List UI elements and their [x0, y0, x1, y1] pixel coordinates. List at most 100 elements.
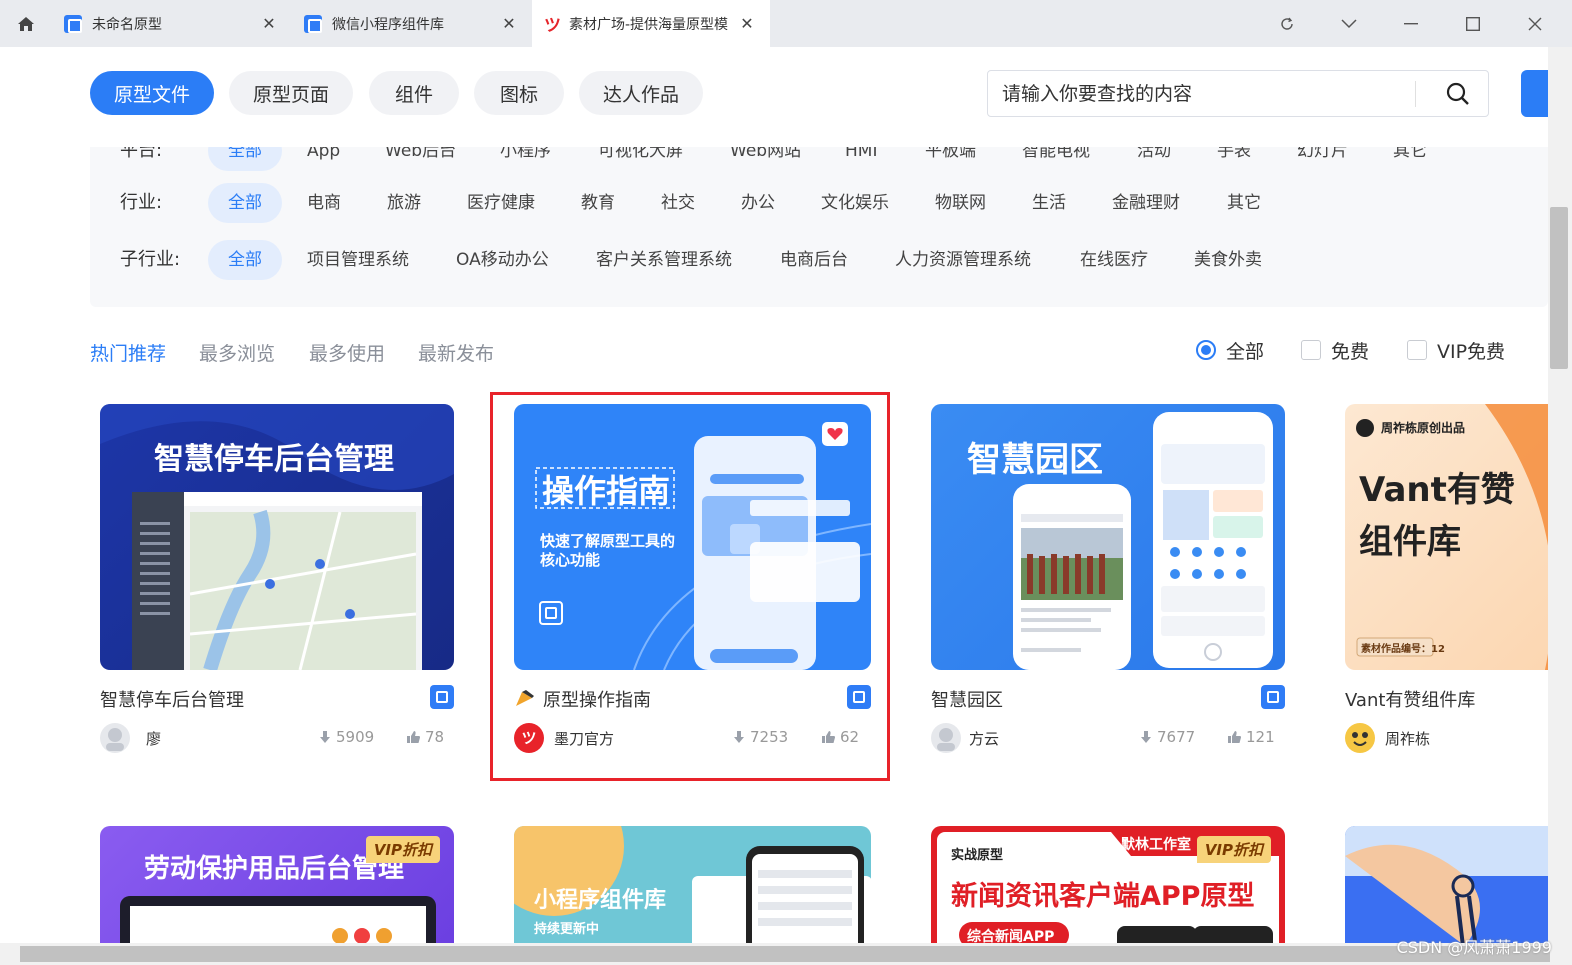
avatar[interactable] — [931, 723, 961, 753]
filter-option[interactable]: Web后台 — [385, 147, 456, 171]
filter-option[interactable]: 全部 — [208, 183, 282, 223]
card-thumbnail[interactable]: 周祚栋原创出品 Vant有赞组件库 素材作品编号：12 — [1345, 404, 1548, 670]
close-icon[interactable]: ✕ — [500, 14, 518, 33]
horizontal-scrollbar[interactable] — [0, 943, 1572, 965]
filter-option[interactable]: 全部 — [208, 147, 282, 171]
card-title[interactable]: Vant有赞组件库 — [1345, 686, 1475, 712]
filter-option[interactable]: 教育 — [581, 183, 615, 223]
default-avatar-icon — [106, 728, 124, 751]
author-name[interactable]: 廖 — [146, 728, 161, 749]
filter-option[interactable]: 生活 — [1032, 183, 1066, 223]
download-icon — [320, 731, 330, 743]
avatar[interactable] — [100, 723, 130, 753]
scrollbar-thumb[interactable] — [1550, 207, 1568, 369]
filter-option[interactable]: 客户关系管理系统 — [596, 240, 732, 280]
material-card[interactable]: 周祚栋原创出品 Vant有赞组件库 素材作品编号：12 Vant有赞组件库 周祚… — [1345, 404, 1548, 764]
scrollbar-thumb[interactable] — [20, 946, 1550, 962]
filter-option[interactable]: 在线医疗 — [1080, 240, 1148, 280]
sort-tab-most-used[interactable]: 最多使用 — [309, 339, 385, 366]
filter-option[interactable]: 旅游 — [387, 183, 421, 223]
filter-option[interactable]: 文化娱乐 — [821, 183, 889, 223]
like-count: 78 — [406, 728, 444, 746]
thumbnail-brand: 周祚栋原创出品 — [1381, 421, 1466, 435]
card-thumbnail[interactable] — [1345, 826, 1548, 943]
card-thumbnail[interactable]: 小程序组件库 持续更新中 — [514, 826, 871, 943]
pill-icons[interactable]: 图标 — [474, 71, 564, 115]
filter-option[interactable]: 项目管理系统 — [307, 240, 409, 280]
filter-option[interactable]: App — [307, 147, 340, 171]
card-title[interactable]: 智慧园区 — [931, 686, 1003, 712]
author-name[interactable]: 周祚栋 — [1385, 728, 1430, 749]
filter-option[interactable]: 社交 — [661, 183, 695, 223]
card-thumbnail[interactable]: 智慧园区 — [931, 404, 1285, 670]
pill-prototype-pages[interactable]: 原型页面 — [229, 71, 353, 115]
tab-untitled-prototype[interactable]: 未命名原型 ✕ — [52, 0, 292, 47]
pill-expert-works[interactable]: 达人作品 — [579, 71, 703, 115]
material-card[interactable] — [1345, 826, 1548, 943]
filter-vip-free-checkbox[interactable]: VIP免费 — [1407, 337, 1505, 363]
filter-option[interactable]: 金融理财 — [1112, 183, 1180, 223]
author-name[interactable]: 方云 — [969, 728, 999, 749]
refresh-icon — [1281, 17, 1293, 30]
card-thumbnail[interactable]: 实战原型 默林工作室 新闻资讯客户端APP原型 综合新闻APP VIP折扣 — [931, 826, 1285, 943]
thumbnail-title: 小程序组件库 — [534, 888, 667, 913]
tab-material-square[interactable]: ツ 素材广场-提供海量原型模 ✕ — [532, 0, 770, 47]
card-thumbnail[interactable]: 劳动保护用品后台管理 VIP折扣 — [100, 826, 454, 943]
chevron-down-icon — [1341, 18, 1357, 28]
filter-option[interactable]: 可视化大屏 — [598, 147, 683, 171]
filter-option[interactable]: 智能电视 — [1022, 147, 1090, 171]
minimize-button[interactable] — [1380, 0, 1442, 47]
filter-option[interactable]: 其它 — [1227, 183, 1261, 223]
filter-option[interactable]: HMI — [845, 147, 877, 171]
tab-wechat-components[interactable]: 微信小程序组件库 ✕ — [292, 0, 532, 47]
card-thumbnail[interactable]: 智慧停车后台管理 — [100, 404, 454, 670]
keys-illustration — [1345, 826, 1548, 943]
filter-option[interactable]: 物联网 — [935, 183, 986, 223]
sort-tab-newest[interactable]: 最新发布 — [418, 339, 494, 366]
checkbox-label: 免费 — [1331, 340, 1370, 363]
filter-row-sub-industry: 子行业: 全部 项目管理系统 OA移动办公 客户关系管理系统 电商后台 人力资源… — [90, 240, 1548, 280]
filter-option[interactable]: Web网站 — [730, 147, 801, 171]
material-card[interactable]: 实战原型 默林工作室 新闻资讯客户端APP原型 综合新闻APP VIP折扣 — [931, 826, 1285, 943]
search-input[interactable] — [1002, 71, 1402, 116]
material-card[interactable]: 劳动保护用品后台管理 VIP折扣 — [100, 826, 454, 943]
filter-all-radio[interactable]: 全部 — [1196, 337, 1264, 363]
filter-option[interactable]: OA移动办公 — [456, 240, 549, 280]
material-card[interactable]: 智慧园区 智慧园区 方云 7677 121 — [931, 404, 1285, 764]
filter-option[interactable]: 办公 — [741, 183, 775, 223]
vertical-scrollbar[interactable] — [1548, 47, 1572, 943]
search-button[interactable] — [1428, 71, 1488, 116]
filter-option[interactable]: 小程序 — [500, 147, 551, 171]
tab-list-button[interactable] — [1318, 0, 1380, 47]
upload-button-edge[interactable] — [1521, 70, 1548, 117]
filter-option[interactable]: 活动 — [1137, 147, 1171, 171]
filter-option[interactable]: 人力资源管理系统 — [895, 240, 1031, 280]
main-content: 原型文件 原型页面 组件 图标 达人作品 平台: 全部 App Web后台 小程… — [0, 47, 1548, 943]
tab-label: 未命名原型 — [92, 16, 162, 33]
pill-components[interactable]: 组件 — [369, 71, 459, 115]
filter-option[interactable]: 幻灯片 — [1297, 147, 1348, 171]
filter-option[interactable]: 医疗健康 — [467, 183, 535, 223]
card-title[interactable]: 智慧停车后台管理 — [100, 686, 244, 712]
home-button[interactable] — [0, 0, 52, 47]
filter-option[interactable]: 平板端 — [925, 147, 976, 171]
pill-prototype-files[interactable]: 原型文件 — [90, 71, 214, 115]
filter-option[interactable]: 电商 — [307, 183, 341, 223]
filter-option[interactable]: 其它 — [1393, 147, 1427, 171]
checkbox-label: VIP免费 — [1437, 340, 1506, 363]
avatar[interactable] — [1345, 723, 1375, 753]
sort-tab-hot[interactable]: 热门推荐 — [90, 339, 166, 366]
filter-option[interactable]: 全部 — [208, 240, 282, 280]
sort-tab-most-viewed[interactable]: 最多浏览 — [199, 339, 275, 366]
filter-option[interactable]: 美食外卖 — [1194, 240, 1262, 280]
maximize-button[interactable] — [1442, 0, 1504, 47]
material-card[interactable]: 小程序组件库 持续更新中 — [514, 826, 871, 943]
close-window-button[interactable] — [1504, 0, 1566, 47]
filter-option[interactable]: 电商后台 — [780, 240, 848, 280]
filter-option[interactable]: 手表 — [1217, 147, 1251, 171]
material-card[interactable]: 智慧停车后台管理 智慧停车后台管理 廖 5909 78 — [100, 404, 454, 764]
close-icon[interactable]: ✕ — [260, 14, 278, 33]
filter-free-checkbox[interactable]: 免费 — [1301, 337, 1369, 363]
close-icon[interactable]: ✕ — [738, 14, 756, 33]
refresh-button[interactable] — [1256, 0, 1318, 47]
